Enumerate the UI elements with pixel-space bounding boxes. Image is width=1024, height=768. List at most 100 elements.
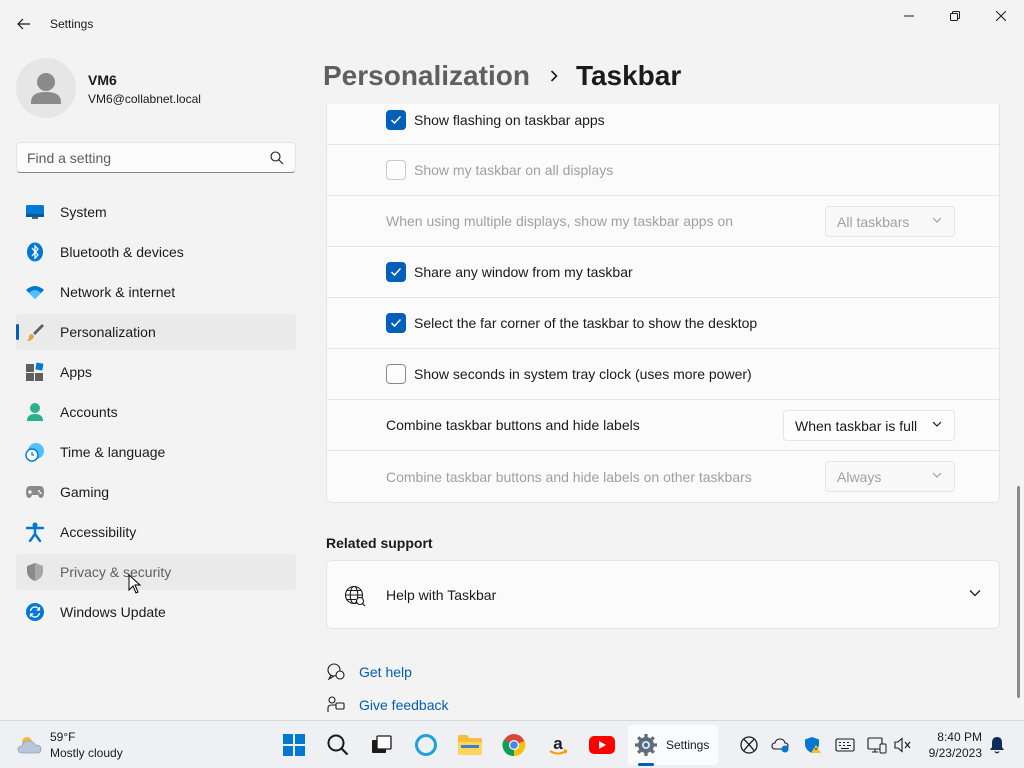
task-view-button[interactable] <box>366 729 398 761</box>
sidebar-item-system[interactable]: System <box>16 194 296 230</box>
give-feedback-link[interactable]: Give feedback <box>326 694 449 716</box>
setting-row[interactable]: Select the far corner of the taskbar to … <box>327 298 999 349</box>
give-feedback-label[interactable]: Give feedback <box>359 697 449 713</box>
taskbar-behaviors-card: Show flashing on taskbar apps Show my ta… <box>326 104 1000 503</box>
content-pane[interactable]: Show flashing on taskbar apps Show my ta… <box>326 104 1000 720</box>
sidebar-item-gaming[interactable]: Gaming <box>16 474 296 510</box>
keyboard-tray[interactable] <box>834 734 856 756</box>
sidebar-item-label: Personalization <box>60 324 156 340</box>
active-app-indicator <box>638 763 654 766</box>
keyboard-icon <box>835 738 855 752</box>
multiple-displays-dropdown[interactable]: All taskbars <box>825 206 955 237</box>
bell-icon <box>990 737 1004 754</box>
security-tray[interactable] <box>802 734 824 756</box>
start-button[interactable] <box>278 729 310 761</box>
settings-taskbar-button[interactable]: Settings <box>628 725 718 765</box>
restore-button[interactable] <box>932 0 978 32</box>
xbox-tray[interactable] <box>738 734 760 756</box>
update-icon <box>24 601 46 623</box>
user-email: VM6@collabnet.local <box>88 92 201 106</box>
sidebar-item-bluetooth[interactable]: Bluetooth & devices <box>16 234 296 270</box>
search-box[interactable] <box>16 142 296 173</box>
help-with-taskbar-expander[interactable]: Help with Taskbar <box>326 560 1000 629</box>
combine-buttons-dropdown[interactable]: When taskbar is full <box>783 410 955 441</box>
cloud-sync-icon <box>771 738 789 753</box>
setting-row[interactable]: Share any window from my taskbar <box>327 247 999 298</box>
onedrive-tray[interactable] <box>770 734 792 756</box>
sidebar-item-label: Accessibility <box>60 524 137 540</box>
get-help-label[interactable]: Get help <box>359 664 412 680</box>
arrow-left-icon <box>17 18 30 30</box>
taskbar-search-button[interactable] <box>322 729 354 761</box>
sidebar-nav: System Bluetooth & devices Network & int… <box>16 194 296 634</box>
sidebar-item-label: Bluetooth & devices <box>60 244 184 260</box>
volume-tray[interactable] <box>892 734 914 756</box>
bluetooth-icon <box>24 241 46 263</box>
monitor-tray-icon <box>867 737 887 754</box>
clock-time[interactable]: 8:40 PM <box>930 730 982 744</box>
minimize-icon <box>904 15 914 17</box>
breadcrumb-parent[interactable]: Personalization <box>323 60 530 92</box>
youtube-button[interactable] <box>586 729 618 761</box>
weather-description: Mostly cloudy <box>50 746 123 760</box>
mouse-cursor-icon <box>128 574 142 594</box>
sidebar-item-accounts[interactable]: Accounts <box>16 394 296 430</box>
cortana-icon <box>415 734 437 756</box>
help-item-label: Help with Taskbar <box>386 587 497 603</box>
display-tray[interactable] <box>866 734 888 756</box>
combine-other-taskbars-dropdown[interactable]: Always <box>825 461 955 492</box>
setting-label: Share any window from my taskbar <box>414 264 633 280</box>
shield-icon <box>24 561 46 583</box>
sidebar-item-time-language[interactable]: Time & language <box>16 434 296 470</box>
setting-row[interactable]: Show seconds in system tray clock (uses … <box>327 349 999 400</box>
shield-warning-icon <box>805 737 821 753</box>
search-icon[interactable] <box>270 151 284 165</box>
avatar[interactable] <box>16 58 76 118</box>
setting-label: Show my taskbar on all displays <box>414 162 614 178</box>
show-seconds-checkbox[interactable] <box>386 364 406 384</box>
dropdown-value: All taskbars <box>837 213 910 230</box>
setting-label: When using multiple displays, show my ta… <box>386 213 734 229</box>
dropdown-value: When taskbar is full <box>795 417 918 434</box>
amazon-button[interactable]: a <box>542 729 574 761</box>
file-explorer-button[interactable] <box>454 729 486 761</box>
sidebar-item-apps[interactable]: Apps <box>16 354 296 390</box>
settings-taskbar-label: Settings <box>666 738 710 752</box>
scrollbar-thumb[interactable] <box>1017 486 1020 698</box>
sidebar-item-network[interactable]: Network & internet <box>16 274 296 310</box>
breadcrumb: Personalization Taskbar <box>323 58 681 94</box>
checkmark-icon <box>390 115 402 124</box>
show-on-all-displays-checkbox[interactable] <box>386 160 406 180</box>
cortana-button[interactable] <box>410 729 442 761</box>
brush-icon <box>24 321 46 343</box>
show-flashing-checkbox[interactable] <box>386 109 406 130</box>
back-button[interactable] <box>10 10 38 38</box>
weather-temperature: 59°F <box>50 730 76 744</box>
sidebar-item-personalization[interactable]: Personalization <box>16 314 296 350</box>
share-window-checkbox[interactable] <box>386 262 406 282</box>
setting-label: Select the far corner of the taskbar to … <box>414 315 758 331</box>
chevron-down-icon <box>932 217 942 223</box>
setting-row[interactable]: Show flashing on taskbar apps <box>327 104 999 145</box>
chevron-down-icon[interactable] <box>969 589 981 597</box>
search-input[interactable] <box>17 143 257 172</box>
setting-row: Combine taskbar buttons and hide labels … <box>327 400 999 451</box>
sidebar-item-label: Windows Update <box>60 604 166 620</box>
sidebar-item-accessibility[interactable]: Accessibility <box>16 514 296 550</box>
setting-label: Show flashing on taskbar apps <box>414 111 605 128</box>
clock-date[interactable]: 9/23/2023 <box>920 746 982 760</box>
sidebar-item-label: Time & language <box>60 444 166 460</box>
close-button[interactable] <box>978 0 1024 32</box>
chrome-button[interactable] <box>498 729 530 761</box>
notification-bell[interactable] <box>986 734 1008 756</box>
far-corner-checkbox[interactable] <box>386 313 406 333</box>
sidebar-item-windows-update[interactable]: Windows Update <box>16 594 296 630</box>
youtube-icon <box>589 736 615 754</box>
minimize-button[interactable] <box>886 0 932 32</box>
get-help-link[interactable]: Get help <box>326 661 412 683</box>
checkmark-icon <box>390 267 402 277</box>
globe-clock-icon <box>24 441 46 463</box>
sidebar-item-privacy-security[interactable]: Privacy & security <box>16 554 296 590</box>
monitor-icon <box>24 201 46 223</box>
sidebar-item-label: Accounts <box>60 404 118 420</box>
